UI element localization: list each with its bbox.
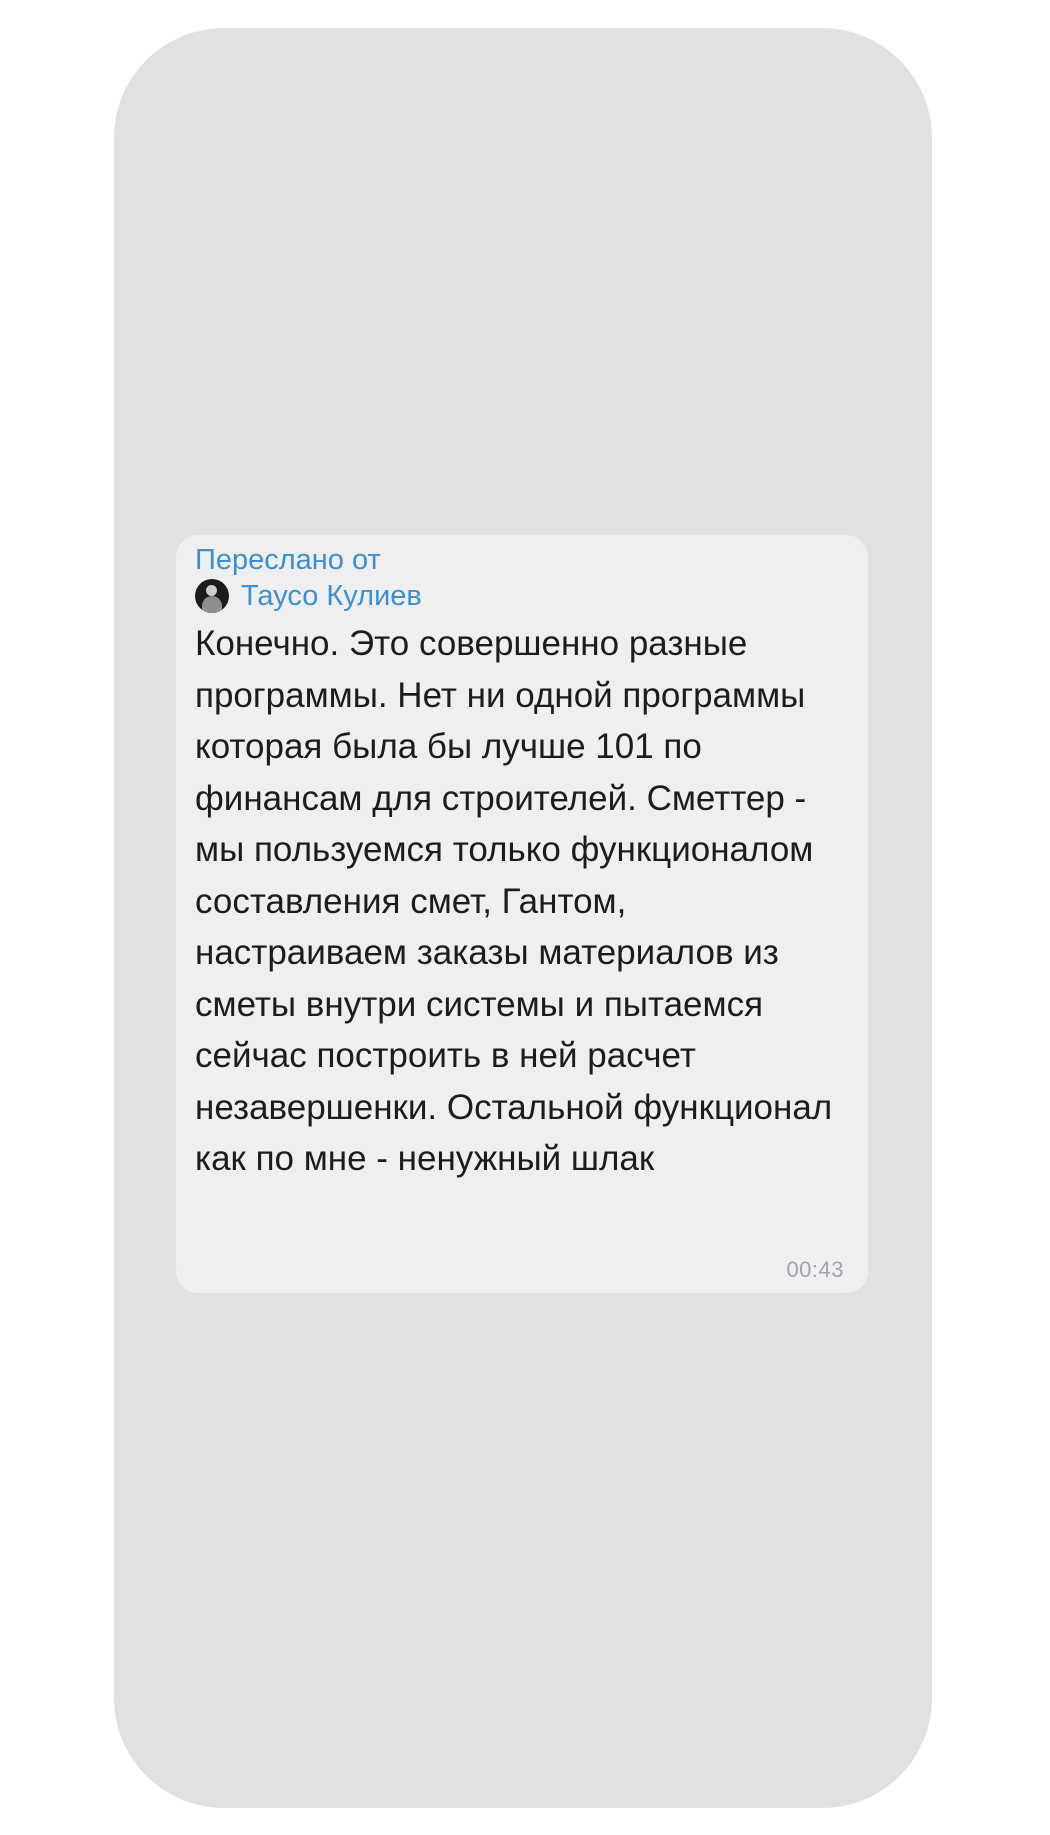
sender-name[interactable]: Таусо Кулиев (241, 577, 422, 615)
forwarded-from-label: Переслано от (195, 544, 381, 576)
message-text: Конечно. Это совершенно разные программы… (195, 624, 833, 1178)
screenshot-stage: Переслано от Таусо Кулиев Конечно. Это с… (0, 0, 1050, 1835)
avatar-figure-head (206, 585, 217, 596)
avatar-figure-body (202, 596, 222, 613)
forwarded-sender-link[interactable]: Таусо Кулиев (195, 577, 422, 615)
message-timestamp: 00:43 (786, 1257, 844, 1282)
sender-avatar[interactable] (195, 579, 229, 613)
forwarded-message-bubble[interactable]: Переслано от Таусо Кулиев Конечно. Это с… (176, 535, 868, 1293)
